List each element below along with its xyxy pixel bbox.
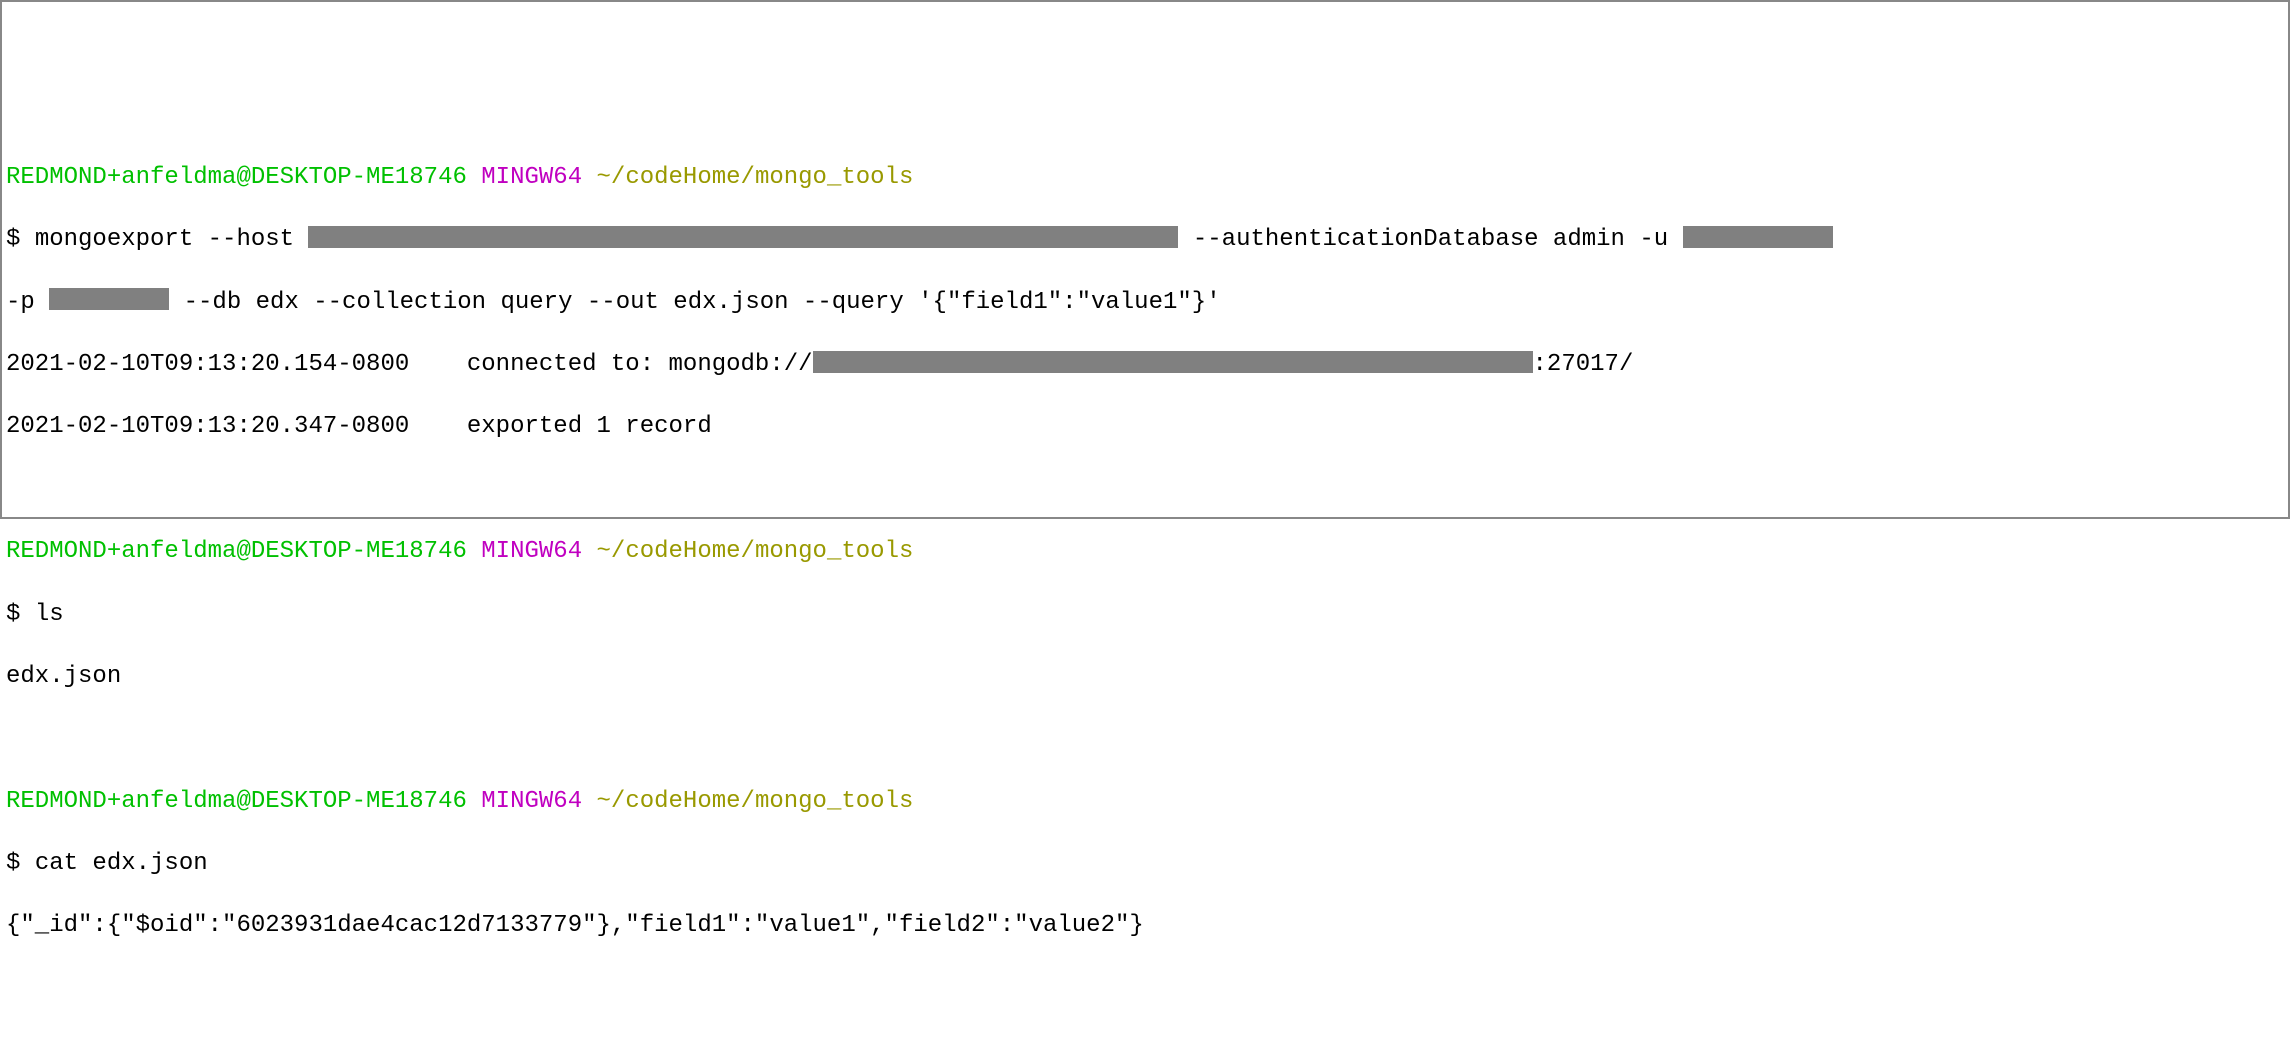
redacted-host [308,226,1178,248]
command-line-2: $ ls [6,599,2284,630]
output-line: 2021-02-10T09:13:20.347-0800 exported 1 … [6,411,2284,442]
output-text: 2021-02-10T09:13:20.154-0800 connected t… [6,351,813,378]
command-text: mongoexport --host [35,226,309,253]
command-text: cat edx.json [35,850,208,877]
mingw-label: MINGW64 [481,538,582,565]
command-text: --authenticationDatabase admin -u [1178,226,1682,253]
redacted-password [49,288,169,310]
user-host: REDMOND+anfeldma@DESKTOP-ME18746 [6,164,467,191]
prompt-dollar: $ [6,601,35,628]
prompt-dollar: $ [6,850,35,877]
output-line: edx.json [6,661,2284,692]
mingw-label: MINGW64 [481,164,582,191]
output-text: 2021-02-10T09:13:20.347-0800 exported 1 … [6,413,712,440]
mingw-label: MINGW64 [481,788,582,815]
prompt-dollar: $ [6,226,35,253]
prompt-line-3: REDMOND+anfeldma@DESKTOP-ME18746 MINGW64… [6,786,2284,817]
output-text: {"_id":{"$oid":"6023931dae4cac12d7133779… [6,912,1144,939]
blank-line [6,474,2284,505]
command-line-1: $ mongoexport --host --authenticationDat… [6,224,2284,255]
command-line-3: $ cat edx.json [6,848,2284,879]
blank-line [6,723,2284,754]
output-text: :27017/ [1533,351,1634,378]
terminal-output: REDMOND+anfeldma@DESKTOP-ME18746 MINGW64… [6,131,2284,973]
command-text: -p [6,289,49,316]
command-text: --db edx --collection query --out edx.js… [169,289,1220,316]
output-line: {"_id":{"$oid":"6023931dae4cac12d7133779… [6,910,2284,941]
user-host: REDMOND+anfeldma@DESKTOP-ME18746 [6,788,467,815]
path-label: ~/codeHome/mongo_tools [597,538,914,565]
prompt-line-1: REDMOND+anfeldma@DESKTOP-ME18746 MINGW64… [6,162,2284,193]
path-label: ~/codeHome/mongo_tools [597,164,914,191]
user-host: REDMOND+anfeldma@DESKTOP-ME18746 [6,538,467,565]
prompt-line-2: REDMOND+anfeldma@DESKTOP-ME18746 MINGW64… [6,536,2284,567]
redacted-user [1683,226,1833,248]
command-text: ls [35,601,64,628]
redacted-mongo-uri [813,351,1533,373]
path-label: ~/codeHome/mongo_tools [597,788,914,815]
command-line-1b: -p --db edx --collection query --out edx… [6,287,2284,318]
output-line: 2021-02-10T09:13:20.154-0800 connected t… [6,349,2284,380]
output-text: edx.json [6,663,121,690]
